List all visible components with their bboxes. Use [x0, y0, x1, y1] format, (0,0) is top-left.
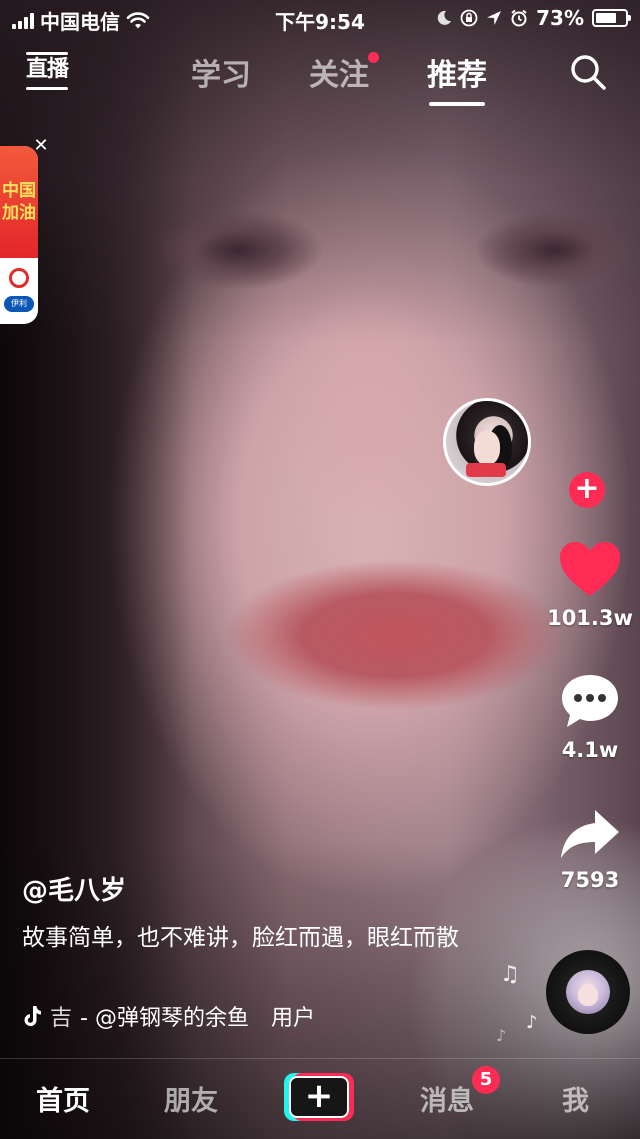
- tab-following[interactable]: 关注: [309, 50, 379, 106]
- music-note-icon: ♫: [500, 962, 520, 987]
- tab-study-label: 学习: [191, 58, 251, 93]
- music-ticker-prefix: 吉: [50, 1006, 73, 1031]
- nav-home[interactable]: 首页: [36, 1079, 90, 1118]
- promo-line1: 中国: [2, 181, 36, 201]
- share-button[interactable]: 7593: [540, 806, 640, 892]
- moon-icon: [437, 10, 452, 25]
- heart-icon: [560, 542, 620, 596]
- tab-recommended[interactable]: 推荐: [427, 50, 487, 106]
- like-button[interactable]: 101.3w: [540, 540, 640, 630]
- music-disc[interactable]: [546, 950, 630, 1034]
- new-content-dot: [368, 52, 379, 63]
- plus-icon: +: [289, 1076, 349, 1118]
- comment-icon: [562, 675, 618, 727]
- signal-icon: [12, 12, 34, 29]
- comment-button[interactable]: 4.1w: [540, 672, 640, 762]
- location-icon: [487, 11, 502, 25]
- avatar-face: [474, 431, 500, 465]
- music-cover-art: [566, 970, 610, 1014]
- music-notes-animation: ♫ ♪ ♪: [492, 960, 552, 1050]
- status-right: 73%: [436, 6, 631, 30]
- tab-study[interactable]: 学习: [191, 50, 251, 106]
- battery-icon: [592, 9, 631, 27]
- avatar-scarf: [466, 463, 506, 477]
- nav-inbox[interactable]: 消息: [420, 1079, 474, 1118]
- promo-badge[interactable]: 中国 加油 伊利: [0, 146, 38, 324]
- top-nav: 直播 学习 关注 推荐: [0, 46, 640, 106]
- tiktok-note-icon: [24, 1006, 41, 1027]
- promo-banner: 中国 加油: [0, 146, 38, 258]
- share-icon: [561, 810, 619, 858]
- comment-count: 4.1w: [561, 738, 619, 762]
- carrier-group: 中国电信: [12, 6, 150, 35]
- battery-fill: [596, 13, 616, 23]
- promo-brand-logo: 伊利: [4, 296, 34, 312]
- music-title: - @弹钢琴的余鱼 用户: [80, 1006, 315, 1031]
- inbox-badge: 5: [472, 1066, 500, 1094]
- music-note-icon: ♪: [526, 1012, 538, 1033]
- follow-button[interactable]: +: [569, 472, 605, 508]
- video-description: 故事简单，也不难讲，脸红而遇，眼红而散: [22, 925, 459, 951]
- create-button[interactable]: +: [284, 1073, 354, 1121]
- close-icon[interactable]: ✕: [32, 137, 50, 155]
- tab-following-label: 关注: [309, 58, 369, 93]
- creator-avatar[interactable]: [443, 398, 531, 486]
- alarm-icon: [511, 9, 527, 27]
- nav-me[interactable]: 我: [562, 1079, 589, 1118]
- author-handle[interactable]: @毛八岁: [22, 870, 492, 907]
- video-caption: @毛八岁 故事简单，也不难讲，脸红而遇，眼红而散: [22, 870, 492, 955]
- feed-tabs: 学习 关注 推荐: [0, 50, 640, 106]
- status-bar: 中国电信 下午9:54 73%: [0, 0, 640, 36]
- promo-card: 中国 加油 伊利: [0, 146, 38, 324]
- battery-percent: 73%: [536, 6, 584, 30]
- music-info[interactable]: 吉 - @弹钢琴的余鱼 用户: [22, 1000, 442, 1032]
- nav-friends[interactable]: 朋友: [164, 1079, 218, 1118]
- wifi-icon: [126, 11, 150, 28]
- promo-line2: 加油: [2, 203, 36, 223]
- like-count: 101.3w: [547, 606, 633, 630]
- olympic-rings-icon: [9, 268, 29, 288]
- share-count: 7593: [560, 868, 620, 892]
- rotation-lock-icon: [460, 9, 478, 27]
- music-note-icon: ♪: [496, 1026, 507, 1045]
- carrier-name: 中国电信: [40, 10, 120, 34]
- search-icon[interactable]: [568, 52, 608, 92]
- tab-recommended-label: 推荐: [427, 58, 487, 93]
